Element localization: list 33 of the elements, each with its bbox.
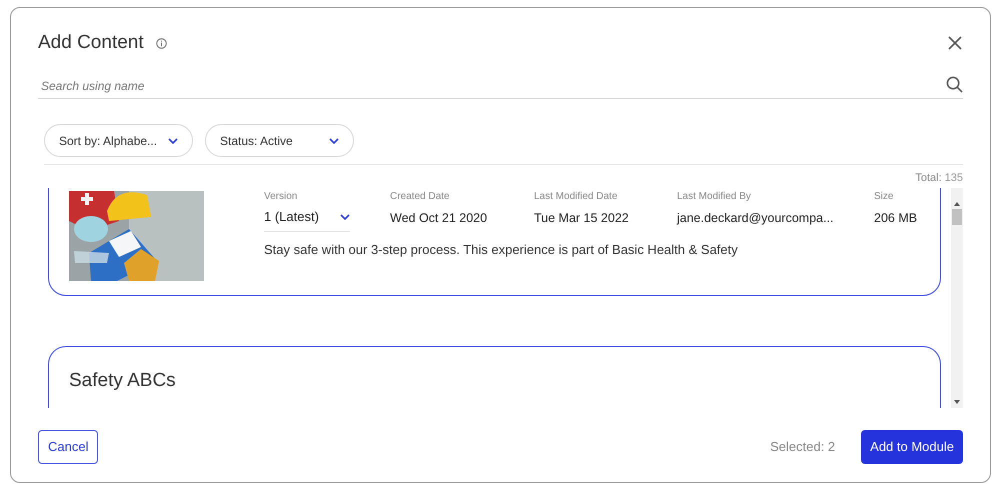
content-card[interactable]: Safety ABCs (48, 346, 941, 408)
cancel-button[interactable]: Cancel (38, 430, 98, 464)
content-card[interactable] (48, 188, 941, 296)
column-header: Created Date (390, 191, 450, 203)
total-count: 135 (944, 171, 963, 184)
column-header: Size (874, 191, 894, 203)
filter-dropdown[interactable]: Sort by: Alphabe... (44, 124, 193, 157)
column-value: 206 MB (874, 210, 918, 227)
scroll-down-icon[interactable] (954, 400, 960, 404)
selected-count: Selected: 2 (770, 438, 836, 456)
search-icon[interactable] (946, 76, 963, 93)
column-value: Wed Oct 21 2020 (390, 210, 488, 227)
scrollbar-thumb[interactable] (952, 209, 962, 225)
chevron-down-icon (168, 138, 178, 144)
total-label: Total: (915, 171, 942, 184)
column-header: Last Modified Date (534, 191, 618, 203)
close-icon[interactable] (948, 36, 962, 50)
chevron-down-icon (340, 214, 350, 220)
version-select[interactable]: 1 (Latest) (264, 207, 350, 232)
search-field[interactable]: Search using name (38, 77, 946, 95)
scrollbar[interactable] (951, 188, 963, 408)
column-value: jane.deckard@yourcompa... (677, 210, 834, 227)
card-title: Safety ABCs (69, 370, 176, 391)
description: Stay safe with our 3-step process. This experience is part of Basic Health & Safety (264, 240, 739, 259)
column-value: Tue Mar 15 2022 (534, 210, 629, 227)
filter-dropdown[interactable]: Status: Active (205, 124, 354, 157)
scroll-up-icon[interactable] (954, 202, 960, 206)
chevron-down-icon (329, 138, 339, 144)
add-to-module-button[interactable]: Add to Module (861, 430, 963, 464)
column-header: Last Modified By (677, 191, 752, 203)
info-icon[interactable] (156, 38, 167, 48)
dialog-title: Add Content (38, 30, 144, 55)
column-header: Version (264, 191, 298, 203)
